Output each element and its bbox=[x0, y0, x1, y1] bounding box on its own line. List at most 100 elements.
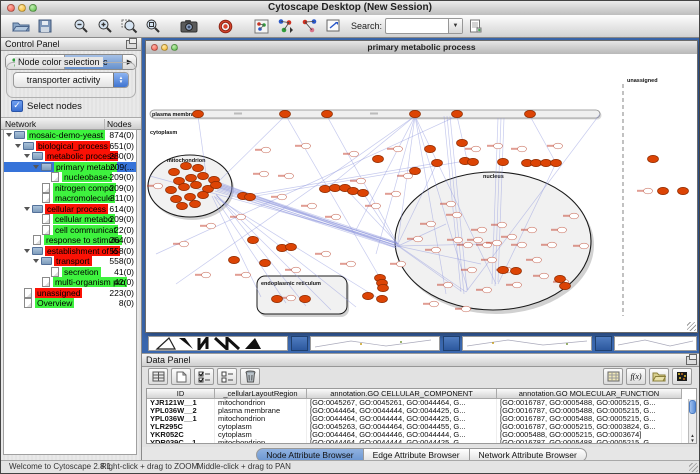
table-cell[interactable]: YPL036W__2 bbox=[147, 407, 215, 415]
node-selected-red[interactable] bbox=[198, 172, 209, 179]
save-button[interactable] bbox=[33, 16, 57, 36]
expand-arrow-icon[interactable] bbox=[24, 249, 30, 253]
node[interactable] bbox=[444, 282, 453, 288]
table-row[interactable]: YLR295Ccytoplasm[GO:0045263, GO:0044464,… bbox=[147, 423, 696, 431]
app-titlebar[interactable]: Cytoscape Desktop (New Session) bbox=[1, 1, 699, 16]
zoom-in-button[interactable] bbox=[93, 16, 117, 36]
table-row[interactable]: YJR121W__1mitochondrion[GO:0045267, GO:0… bbox=[147, 399, 696, 407]
node[interactable] bbox=[554, 143, 563, 149]
table-cell[interactable]: [GO:0044464, GO:0044444, GO:0044425, G..… bbox=[307, 407, 497, 415]
background-window-fragment[interactable] bbox=[310, 336, 440, 351]
tree-row[interactable]: response to stimulu264(0) bbox=[4, 235, 136, 246]
node[interactable] bbox=[533, 257, 542, 263]
node-selected-red[interactable] bbox=[229, 256, 240, 263]
node-selected-red[interactable] bbox=[193, 110, 204, 117]
node[interactable] bbox=[478, 227, 487, 233]
table-cell[interactable]: [GO:0045267, GO:0045261, GO:0044464, G..… bbox=[307, 399, 497, 407]
node[interactable] bbox=[580, 243, 589, 249]
minimize-icon[interactable] bbox=[18, 4, 26, 12]
node-selected-red[interactable] bbox=[191, 181, 202, 188]
table-scrollbar[interactable]: ▲▼ bbox=[688, 399, 696, 443]
node[interactable] bbox=[404, 173, 413, 179]
network-view-titlebar[interactable]: primary metabolic process bbox=[146, 41, 697, 55]
app-resize-grip[interactable] bbox=[689, 463, 698, 472]
node[interactable] bbox=[308, 203, 317, 209]
node[interactable] bbox=[644, 188, 653, 194]
node[interactable] bbox=[494, 143, 503, 149]
node-selected-red[interactable] bbox=[169, 168, 180, 175]
node[interactable] bbox=[468, 267, 477, 273]
node[interactable] bbox=[488, 257, 497, 263]
tree-row[interactable]: cell communicat22(0) bbox=[4, 225, 136, 236]
tree-row[interactable]: Overview8(0) bbox=[4, 298, 136, 309]
table-cell[interactable]: [GO:0016787, GO:0005488, GO:0005215, G..… bbox=[497, 399, 682, 407]
node[interactable] bbox=[242, 272, 251, 278]
node[interactable] bbox=[453, 212, 462, 218]
node[interactable] bbox=[432, 247, 441, 253]
node[interactable] bbox=[518, 146, 527, 152]
table-cell[interactable]: cytoplasm bbox=[215, 423, 307, 431]
table-cell[interactable]: [GO:0045263, GO:0044464, GO:0044455, G..… bbox=[307, 423, 497, 431]
float-panel-icon[interactable] bbox=[126, 40, 137, 49]
node-selected-red[interactable] bbox=[373, 155, 384, 162]
network-canvas[interactable]: plasma membranecytoplasmmitochondrionnuc… bbox=[146, 54, 697, 332]
node-selected-red[interactable] bbox=[348, 187, 359, 194]
table-cell[interactable]: [GO:0044464, GO:0044444, GO:0044425, G..… bbox=[307, 415, 497, 423]
tree-row[interactable]: nitrogen compo209(0) bbox=[4, 183, 136, 194]
table-cell[interactable]: [GO:0016787, GO:0005488, GO:0005215, G..… bbox=[497, 407, 682, 415]
node-selected-red[interactable] bbox=[678, 187, 689, 194]
table-cell[interactable]: YDR039C__1 bbox=[147, 439, 215, 444]
table-cell[interactable]: cytoplasm bbox=[215, 431, 307, 439]
node[interactable] bbox=[350, 151, 359, 157]
node-selected-red[interactable] bbox=[457, 139, 468, 146]
node[interactable] bbox=[447, 201, 456, 207]
node[interactable] bbox=[347, 261, 356, 267]
node[interactable] bbox=[558, 227, 567, 233]
table-cell[interactable]: [GO:0016787, GO:0005215, GO:0003824, G..… bbox=[497, 423, 682, 431]
node-selected-red[interactable] bbox=[280, 110, 291, 117]
node-selected-red[interactable] bbox=[166, 186, 177, 193]
table-cell[interactable]: [GO:0044464, GO:0044446, GO:0044444, G..… bbox=[307, 431, 497, 439]
expand-arrow-icon[interactable] bbox=[24, 154, 30, 158]
scrollbar-arrows[interactable]: ▲▼ bbox=[689, 433, 696, 443]
attribute-table-button[interactable] bbox=[148, 368, 168, 385]
node[interactable] bbox=[397, 261, 406, 267]
node-selected-red[interactable] bbox=[555, 275, 566, 282]
node-selected-red[interactable] bbox=[300, 295, 311, 302]
node[interactable] bbox=[548, 242, 557, 248]
search-input[interactable] bbox=[386, 20, 448, 32]
node-selected-red[interactable] bbox=[272, 295, 283, 302]
node[interactable] bbox=[483, 287, 492, 293]
background-window-fragment[interactable] bbox=[148, 336, 288, 351]
node[interactable] bbox=[472, 146, 481, 152]
node-selected-red[interactable] bbox=[181, 162, 192, 169]
node-selected-red[interactable] bbox=[498, 266, 509, 273]
node[interactable] bbox=[262, 147, 271, 153]
node-selected-red[interactable] bbox=[248, 236, 259, 243]
node[interactable] bbox=[237, 214, 246, 220]
snapshot-button[interactable] bbox=[177, 16, 201, 36]
table-cell[interactable]: plasma membrane bbox=[215, 407, 307, 415]
vizmapper-button[interactable] bbox=[249, 16, 273, 36]
table-row[interactable]: YKR052Ccytoplasm[GO:0044464, GO:0044446,… bbox=[147, 431, 696, 439]
node-selected-red[interactable] bbox=[452, 110, 463, 117]
float-panel-icon[interactable] bbox=[686, 356, 697, 365]
tree-row[interactable]: metabolic process280(0) bbox=[4, 151, 136, 162]
node-selected-red[interactable] bbox=[551, 159, 562, 166]
zoom-fit-button[interactable] bbox=[141, 16, 165, 36]
node[interactable] bbox=[332, 214, 341, 220]
zoom-window-icon[interactable] bbox=[171, 44, 178, 51]
node-selected-red[interactable] bbox=[185, 193, 196, 200]
search-dropdown-button[interactable]: ▼ bbox=[448, 19, 462, 33]
node-selected-red[interactable] bbox=[560, 282, 571, 289]
background-window-titlebar[interactable] bbox=[443, 336, 460, 351]
node-selected-red[interactable] bbox=[179, 183, 190, 190]
node[interactable] bbox=[427, 221, 436, 227]
node[interactable] bbox=[302, 143, 311, 149]
node[interactable] bbox=[528, 227, 537, 233]
new-attribute-button[interactable] bbox=[171, 368, 191, 385]
node-selected-red[interactable] bbox=[648, 155, 659, 162]
table-column-header[interactable]: _cellularLayoutRegion bbox=[215, 389, 307, 399]
node[interactable] bbox=[464, 242, 473, 248]
node-selected-red[interactable] bbox=[245, 193, 256, 200]
